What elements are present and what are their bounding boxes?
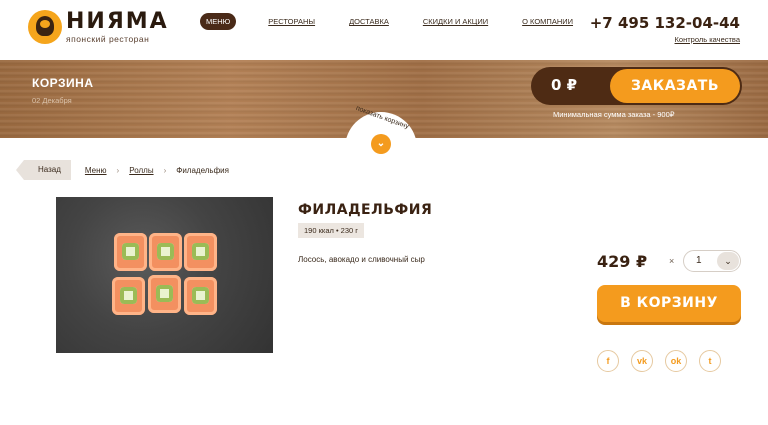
sushi-roll [112, 277, 145, 315]
odnoklassniki-icon[interactable]: ok [665, 350, 687, 372]
product-photo [56, 197, 273, 353]
breadcrumb-item-rolls[interactable]: Роллы [129, 166, 153, 175]
sushi-roll [149, 233, 182, 271]
phone-number[interactable]: +7 495 132-04-44 [590, 14, 740, 32]
product-nutrition-badge: 190 ккал • 230 г [298, 223, 364, 238]
logo[interactable]: НИЯМА японский ресторан [28, 10, 169, 44]
order-button[interactable]: ЗАКАЗАТЬ [610, 69, 740, 103]
add-to-cart-button[interactable]: В КОРЗИНУ [597, 285, 741, 322]
sushi-roll [184, 233, 217, 271]
nav-item-delivery[interactable]: ДОСТАВКА [349, 17, 389, 26]
quantity-select[interactable]: 1 ⌄ [683, 250, 741, 272]
nav-item-restaurants[interactable]: РЕСТОРАНЫ [268, 17, 315, 26]
nav-item-discounts[interactable]: СКИДКИ И АКЦИИ [423, 17, 488, 26]
product-title: ФИЛАДЕЛЬФИЯ [298, 202, 433, 218]
quantity-value: 1 [696, 255, 702, 266]
cart-title: КОРЗИНА [32, 76, 94, 90]
nav-item-menu[interactable]: МЕНЮ [200, 13, 237, 30]
logo-subtitle: японский ресторан [66, 33, 150, 44]
product-price: 429 ₽ [597, 252, 648, 271]
cart-total: 0 ₽ [551, 76, 578, 94]
back-button[interactable]: Назад [16, 160, 71, 180]
site-header: НИЯМА японский ресторан МЕНЮ РЕСТОРАНЫ Д… [0, 0, 768, 60]
sushi-roll [114, 233, 147, 271]
sushi-roll [184, 277, 217, 315]
breadcrumb-item-current: Филадельфия [176, 165, 229, 175]
min-order-note: Минимальная сумма заказа - 900₽ [553, 110, 675, 119]
logo-name: НИЯМА [66, 8, 169, 34]
cart-summary: 0 ₽ ЗАКАЗАТЬ [531, 67, 742, 105]
nav-item-about[interactable]: О КОМПАНИИ [522, 17, 573, 26]
product-description: Лосось, авокадо и сливочный сыр [298, 255, 425, 264]
breadcrumb-item-menu[interactable]: Меню [85, 166, 107, 175]
facebook-icon[interactable]: f [597, 350, 619, 372]
sushi-roll [148, 275, 181, 313]
vk-icon[interactable]: vk [631, 350, 653, 372]
quality-control-link[interactable]: Контроль качества [675, 35, 740, 44]
main-nav: МЕНЮ РЕСТОРАНЫ ДОСТАВКА СКИДКИ И АКЦИИ О… [200, 13, 607, 30]
chevron-down-icon[interactable]: ⌄ [371, 134, 391, 154]
chevron-right-icon: › [163, 165, 167, 175]
chevron-down-icon[interactable]: ⌄ [717, 252, 739, 270]
breadcrumb: Назад Меню › Роллы › Филадельфия [16, 160, 229, 180]
chevron-right-icon: › [116, 165, 120, 175]
cart-date: 02 Декабря [32, 96, 72, 105]
multiply-sign: × [669, 256, 675, 266]
social-share: f vk ok t [597, 350, 733, 372]
twitter-icon[interactable]: t [699, 350, 721, 372]
logo-icon [28, 10, 62, 44]
